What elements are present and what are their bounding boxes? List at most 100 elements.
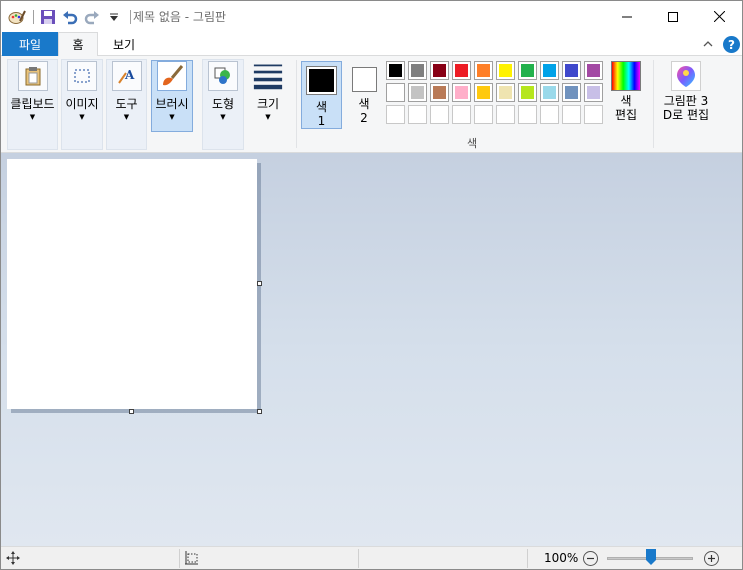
palette-swatch[interactable] (452, 61, 471, 80)
color-palette (386, 61, 603, 124)
collapse-ribbon-icon[interactable] (701, 37, 715, 51)
zoom-slider-thumb[interactable] (646, 549, 656, 565)
tab-home[interactable]: 홈 (58, 32, 98, 57)
tools-button[interactable]: A 도구 ▼ (106, 61, 147, 121)
custom-color-slot[interactable] (584, 105, 603, 124)
palette-swatch[interactable] (496, 83, 515, 102)
maximize-button[interactable] (650, 1, 696, 32)
status-bar: 100% (1, 546, 742, 569)
quick-access-toolbar (7, 7, 135, 27)
clipboard-button[interactable]: 클립보드 ▼ (7, 61, 58, 121)
custom-color-slot[interactable] (474, 105, 493, 124)
custom-color-slot[interactable] (408, 105, 427, 124)
resize-handle-corner[interactable] (257, 409, 262, 414)
minimize-button[interactable] (604, 1, 650, 32)
line-size-icon (253, 61, 283, 91)
palette-swatch[interactable] (496, 61, 515, 80)
canvas-workspace[interactable] (1, 153, 742, 546)
color1-swatch (306, 66, 337, 95)
edit-colors-label-1: 색 (620, 94, 632, 108)
paint-app-icon[interactable] (7, 7, 27, 27)
custom-color-slot[interactable] (562, 105, 581, 124)
close-icon (713, 11, 725, 22)
zoom-in-button[interactable] (704, 551, 719, 566)
palette-swatch[interactable] (430, 83, 449, 102)
palette-swatch[interactable] (408, 61, 427, 80)
separator (130, 10, 131, 24)
tools-icon: A (111, 61, 142, 91)
dropdown-arrow-icon: ▼ (169, 113, 175, 121)
custom-color-slot[interactable] (518, 105, 537, 124)
palette-swatch[interactable] (430, 61, 449, 80)
tab-view[interactable]: 보기 (101, 32, 147, 56)
paint-window: 제목 없음 - 그림판 파일 홈 보기 ? 클립보드 ▼ 이미지 ▼ A 도구 … (0, 0, 743, 570)
palette-swatch[interactable] (474, 61, 493, 80)
paint3d-label-1: 그림판 3 (663, 94, 709, 108)
edit-colors-button[interactable]: 색 편집 (607, 61, 645, 122)
palette-swatch[interactable] (386, 61, 405, 80)
palette-swatch[interactable] (584, 61, 603, 80)
dropdown-arrow-icon: ▼ (123, 113, 130, 121)
status-separator (358, 549, 359, 568)
help-icon[interactable]: ? (723, 36, 740, 53)
customize-qat-icon[interactable] (104, 7, 124, 27)
color1-button[interactable]: 색1 (301, 61, 342, 129)
ribbon-tab-bar: 파일 홈 보기 ? (1, 32, 742, 57)
tab-file[interactable]: 파일 (2, 32, 58, 56)
status-separator (527, 549, 528, 568)
edit-with-paint3d-button[interactable]: 그림판 3 D로 편집 (657, 61, 715, 122)
palette-swatch[interactable] (518, 83, 537, 102)
brush-icon (157, 61, 187, 91)
palette-swatch[interactable] (518, 61, 537, 80)
edit-colors-label-2: 편집 (614, 108, 638, 122)
window-title: 제목 없음 - 그림판 (133, 10, 227, 24)
image-button[interactable]: 이미지 ▼ (61, 61, 103, 121)
drawing-canvas[interactable] (7, 159, 257, 409)
resize-handle-right[interactable] (257, 281, 262, 286)
clipboard-icon (17, 61, 48, 91)
minimize-icon (622, 16, 632, 17)
custom-color-slot[interactable] (452, 105, 471, 124)
separator (33, 10, 34, 24)
palette-swatch[interactable] (584, 83, 603, 102)
color1-label: 색 (315, 100, 328, 114)
brushes-button[interactable]: 브러시 ▼ (151, 60, 193, 132)
zoom-out-icon (587, 557, 594, 560)
color2-swatch (351, 67, 377, 92)
palette-swatch[interactable] (562, 83, 581, 102)
zoom-in-icon (708, 555, 715, 562)
title-bar: 제목 없음 - 그림판 (1, 1, 742, 32)
redo-icon[interactable] (82, 7, 102, 27)
paint3d-icon (671, 61, 701, 91)
palette-swatch[interactable] (540, 83, 559, 102)
color1-number: 1 (317, 114, 326, 128)
palette-swatch[interactable] (474, 83, 493, 102)
palette-swatch[interactable] (562, 61, 581, 80)
ribbon-separator (653, 60, 654, 148)
undo-icon[interactable] (60, 7, 80, 27)
ribbon-separator (296, 60, 297, 148)
palette-swatch[interactable] (452, 83, 471, 102)
palette-swatch[interactable] (408, 83, 427, 102)
size-button[interactable]: 크기 ▼ (247, 61, 289, 121)
custom-color-slot[interactable] (540, 105, 559, 124)
palette-swatch[interactable] (540, 61, 559, 80)
maximize-icon (668, 11, 678, 22)
resize-handle-bottom[interactable] (129, 409, 134, 414)
color2-number: 2 (360, 111, 368, 125)
zoom-out-button[interactable] (583, 551, 598, 566)
color2-button[interactable]: 색2 (346, 61, 382, 129)
colors-group-label: 색 (467, 137, 478, 150)
palette-swatch[interactable] (386, 83, 405, 102)
custom-color-slot[interactable] (496, 105, 515, 124)
color2-label: 색 (358, 97, 370, 111)
close-button[interactable] (696, 1, 742, 32)
save-icon[interactable] (38, 7, 58, 27)
paint3d-label-2: D로 편집 (662, 108, 710, 122)
shapes-button[interactable]: 도형 ▼ (202, 61, 244, 121)
custom-color-slot[interactable] (430, 105, 449, 124)
custom-color-slot[interactable] (386, 105, 405, 124)
status-separator (179, 549, 180, 568)
dropdown-arrow-icon: ▼ (220, 113, 226, 121)
dropdown-arrow-icon: ▼ (79, 113, 85, 121)
